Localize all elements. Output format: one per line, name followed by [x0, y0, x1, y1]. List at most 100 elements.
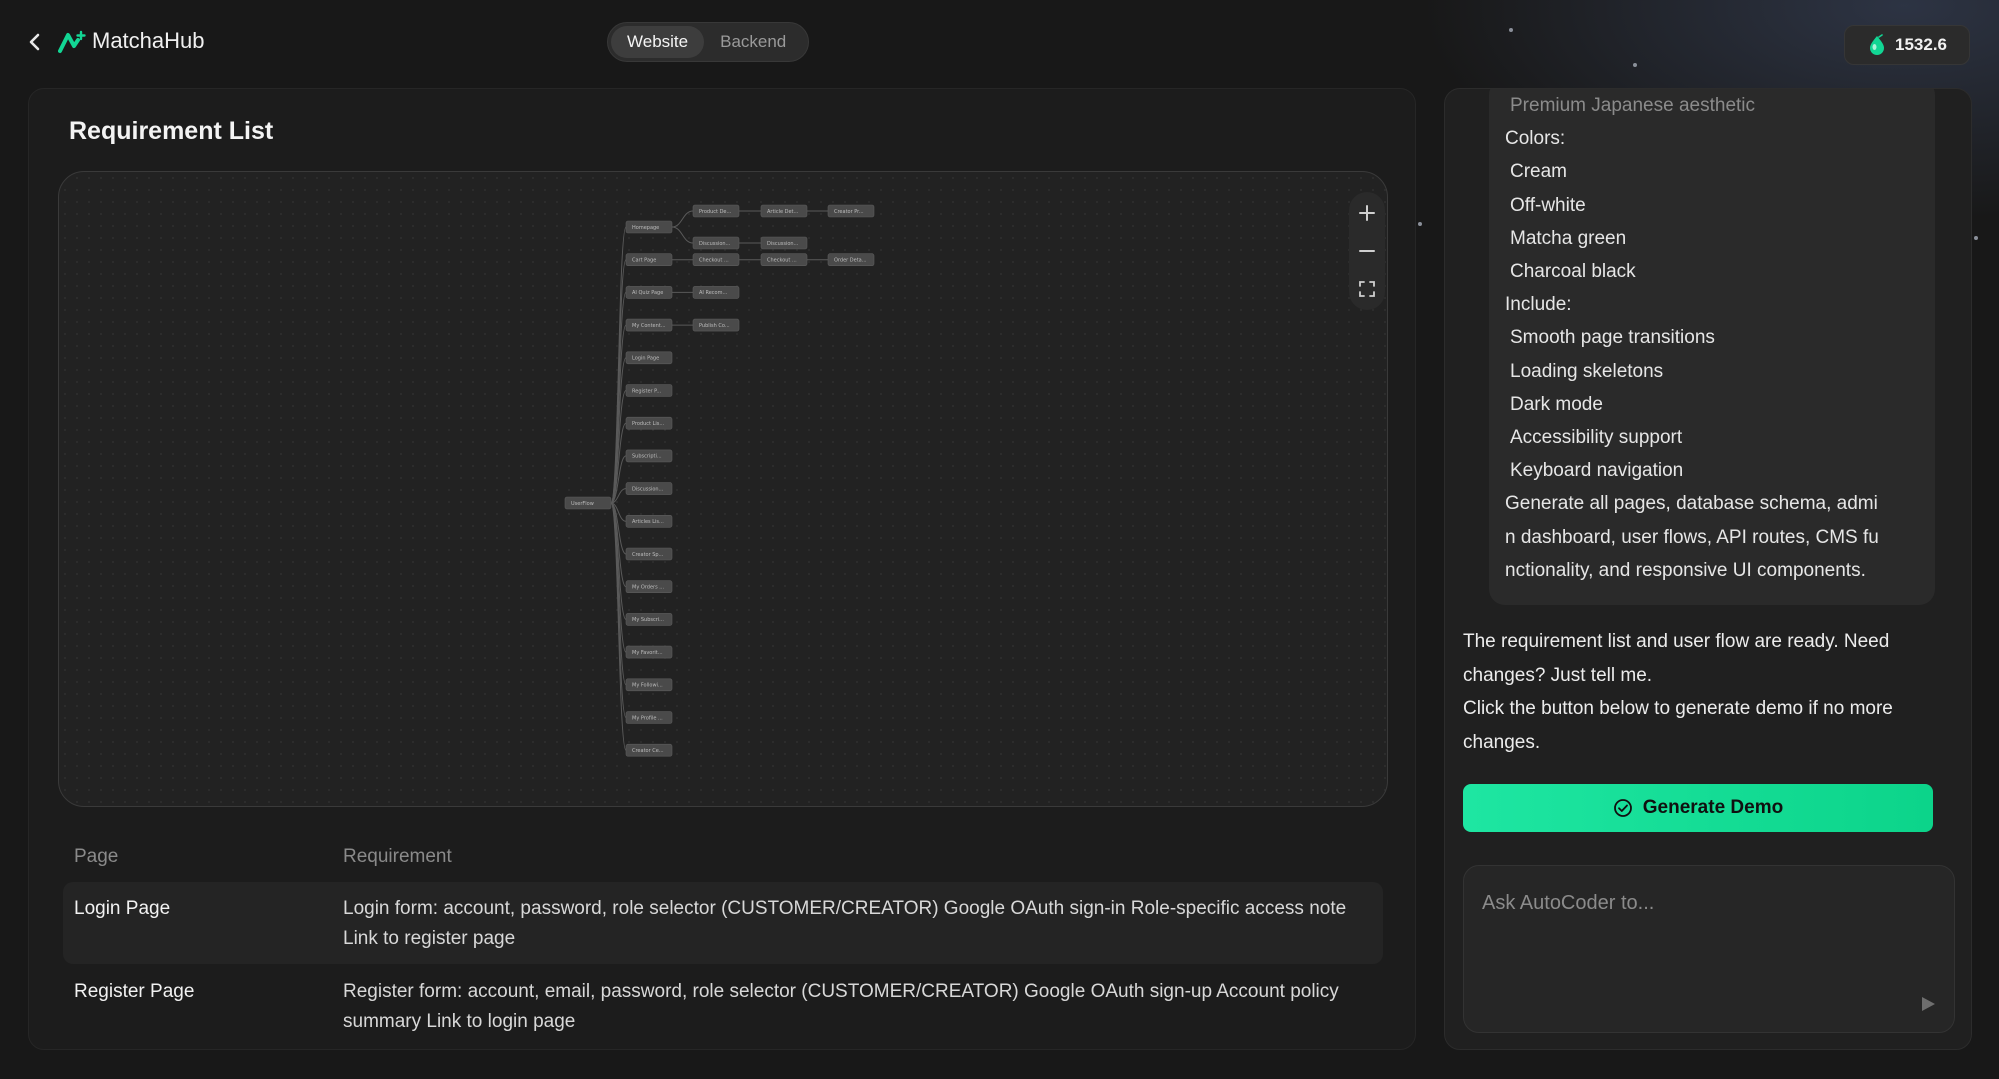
- prompt-line: Matcha green: [1510, 227, 1627, 249]
- generate-demo-button[interactable]: Generate Demo: [1463, 784, 1933, 832]
- flow-node[interactable]: AI Recom...: [692, 286, 740, 299]
- fit-view-button[interactable]: [1349, 270, 1385, 308]
- send-icon: [1922, 997, 1935, 1011]
- flow-node-label: Login Page: [632, 356, 659, 362]
- flow-node[interactable]: Article Det...: [760, 204, 808, 218]
- zoom-out-button[interactable]: [1349, 232, 1385, 270]
- flow-node[interactable]: Subscripti...: [625, 449, 673, 463]
- toggle-website[interactable]: Website: [611, 26, 705, 58]
- top-bar: MatchaHub Website Backend 1532.6: [0, 0, 1999, 88]
- row-page: Login Page: [74, 898, 171, 919]
- flow-node[interactable]: Creator Ce...: [625, 743, 673, 757]
- flow-node-label: AI Recom...: [699, 290, 728, 296]
- flow-node-label: Articles Lis...: [632, 519, 664, 525]
- flow-node-label: Publish Co...: [699, 323, 730, 329]
- flow-node[interactable]: Discussion...: [692, 236, 740, 250]
- requirement-panel: Requirement List UserFlow Homepage Product…: [28, 88, 1416, 1050]
- flow-node[interactable]: Product Lis...: [625, 416, 673, 430]
- flow-node-label: Subscripti...: [632, 454, 662, 460]
- flow-node-label: Order Deta...: [834, 258, 867, 264]
- generate-demo-label: Generate Demo: [1642, 797, 1784, 818]
- assistant-line: The requirement list and user flow are r…: [1463, 631, 1890, 686]
- panel-title: Requirement List: [69, 117, 274, 145]
- flow-node[interactable]: Product De...: [692, 204, 740, 218]
- prompt-line: Smooth page transitions: [1510, 327, 1715, 349]
- flow-node-label: Product Lis...: [632, 421, 665, 427]
- credits-badge[interactable]: 1532.6: [1844, 25, 1970, 65]
- user-flow-diagram: UserFlow Homepage Product De... Article Det…: [564, 204, 875, 757]
- flow-node[interactable]: Login Page: [625, 351, 673, 365]
- prompt-line: Cream: [1510, 161, 1568, 183]
- flow-node-label: Checkout ...: [699, 258, 729, 264]
- flow-node-label: My Subscri...: [632, 617, 664, 623]
- flow-node[interactable]: My Favorit...: [625, 645, 673, 659]
- flow-node-label: UserFlow: [571, 501, 594, 507]
- flow-edge: [610, 502, 627, 718]
- user-prompt-card: Premium Japanese aesthetic Colors: Cream…: [1489, 89, 1935, 605]
- chat-panel: Premium Japanese aesthetic Colors: Cream…: [1444, 88, 1972, 1050]
- logo-icon: [58, 30, 86, 54]
- flow-node-label: My Followi...: [632, 683, 663, 689]
- flow-edge: [671, 210, 694, 228]
- prompt-line: Dark mode: [1510, 393, 1603, 415]
- flow-node[interactable]: My Profile ...: [625, 711, 673, 724]
- flow-node-label: Discussion...: [699, 241, 731, 247]
- flow-node-label: Creator Ce...: [632, 748, 664, 754]
- prompt-line: n dashboard, user flows, API routes, CMS…: [1505, 526, 1879, 548]
- assistant-message: The requirement list and user flow are r…: [1463, 625, 1953, 759]
- flow-node[interactable]: My Orders ...: [625, 580, 673, 594]
- flow-node[interactable]: Discussion...: [760, 236, 808, 250]
- flow-node-label: Homepage: [632, 225, 659, 231]
- table-row[interactable]: Register Page Register form: account, em…: [63, 965, 1383, 1047]
- flow-node[interactable]: Creator Pr...: [827, 204, 875, 218]
- minus-icon: [1359, 250, 1375, 252]
- flow-node[interactable]: AI Quiz Page: [625, 286, 673, 299]
- flow-node[interactable]: Order Deta...: [827, 253, 875, 266]
- send-button[interactable]: [1916, 992, 1940, 1016]
- prompt-line: Colors:: [1505, 128, 1566, 150]
- prompt-line: Accessibility support: [1510, 427, 1683, 449]
- flow-node-label: My Orders ...: [632, 585, 664, 591]
- flow-node-label: Discussion...: [767, 241, 799, 247]
- flow-node[interactable]: My Followi...: [625, 678, 673, 692]
- toggle-backend[interactable]: Backend: [704, 26, 802, 58]
- flow-node[interactable]: Discussion...: [625, 482, 673, 495]
- prompt-line: Charcoal black: [1510, 261, 1636, 283]
- flow-node[interactable]: Register P...: [625, 384, 673, 397]
- flow-node[interactable]: UserFlow: [564, 496, 612, 510]
- flow-node[interactable]: Cart Page: [625, 253, 673, 266]
- flow-node-label: Checkout ...: [767, 258, 797, 264]
- flow-node-label: Cart Page: [632, 258, 656, 264]
- flow-node[interactable]: Checkout ...: [692, 253, 740, 266]
- ask-input[interactable]: [1482, 888, 1922, 918]
- zoom-in-button[interactable]: [1349, 194, 1385, 232]
- credits-value: 1532.6: [1895, 35, 1947, 54]
- flow-node[interactable]: Homepage: [625, 220, 673, 234]
- website-backend-toggle: Website Backend: [607, 22, 809, 62]
- flow-node-label: Discussion...: [632, 486, 664, 492]
- back-button[interactable]: [24, 30, 46, 54]
- check-circle-icon: [1613, 799, 1632, 817]
- row-page: Register Page: [74, 981, 195, 1002]
- flow-node-label: My Favorit...: [632, 650, 663, 656]
- column-page: Page: [74, 846, 119, 867]
- prompt-line: Generate all pages, database schema, adm…: [1505, 493, 1878, 515]
- flow-edge: [671, 226, 694, 244]
- flow-node[interactable]: My Subscri...: [625, 613, 673, 626]
- flow-node[interactable]: Checkout ...: [760, 253, 808, 266]
- prompt-line: Off-white: [1510, 194, 1586, 216]
- user-flow-canvas[interactable]: UserFlow Homepage Product De... Article Det…: [58, 171, 1388, 807]
- flow-node-label: Article Det...: [767, 209, 799, 215]
- chat-composer: [1463, 865, 1955, 1033]
- flow-node[interactable]: Publish Co...: [692, 318, 740, 332]
- flow-node[interactable]: Creator Sp...: [625, 547, 673, 561]
- prompt-line: Include:: [1505, 294, 1572, 316]
- flow-node-label: Creator Sp...: [632, 552, 664, 558]
- flow-node[interactable]: My Content...: [625, 318, 673, 332]
- flow-node[interactable]: Articles Lis...: [625, 514, 673, 528]
- star-dot: [1418, 222, 1422, 226]
- app-title: MatchaHub: [92, 28, 205, 53]
- flow-edge: [610, 291, 627, 504]
- flow-node-label: Product De...: [699, 209, 732, 215]
- table-row[interactable]: Login Page Login form: account, password…: [63, 882, 1383, 964]
